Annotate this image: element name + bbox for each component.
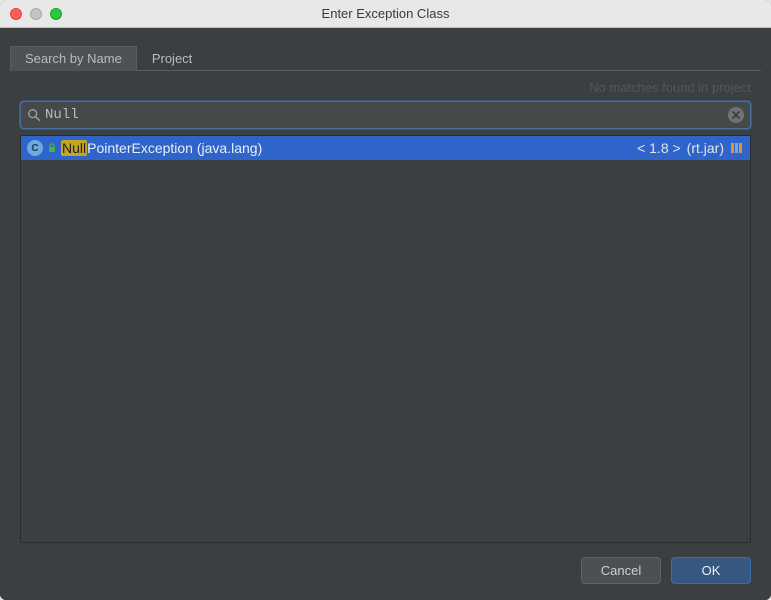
maximize-window-button[interactable] (50, 8, 62, 20)
library-icon (730, 141, 744, 155)
result-left: C NullPointerException (java.lang) (27, 140, 633, 156)
button-label: OK (702, 563, 721, 578)
dialog-footer: Cancel OK (0, 543, 771, 600)
tab-project[interactable]: Project (137, 46, 207, 70)
ok-button[interactable]: OK (671, 557, 751, 584)
titlebar: Enter Exception Class (0, 0, 771, 28)
window-controls (0, 8, 62, 20)
dialog-window: Enter Exception Class Search by Name Pro… (0, 0, 771, 600)
lock-decorator-icon (47, 143, 57, 153)
tab-bar: Search by Name Project (10, 46, 761, 71)
dialog-body: Search by Name Project No matches found … (0, 28, 771, 600)
hint-text: No matches found in project (589, 80, 751, 95)
search-icon (27, 108, 41, 122)
search-input[interactable] (45, 107, 728, 123)
result-right: < 1.8 > (rt.jar) (637, 140, 744, 156)
search-box[interactable] (20, 101, 751, 129)
result-row[interactable]: C NullPointerException (java.lang) < 1.8… (21, 136, 750, 160)
button-label: Cancel (601, 563, 641, 578)
window-title: Enter Exception Class (0, 6, 771, 21)
result-text: NullPointerException (java.lang) (61, 140, 262, 156)
class-icon: C (27, 140, 43, 156)
tab-label: Search by Name (25, 51, 122, 66)
result-rest: PointerException (87, 140, 193, 156)
result-package: (java.lang) (197, 140, 262, 156)
tab-search-by-name[interactable]: Search by Name (10, 46, 137, 71)
jar-name: (rt.jar) (687, 140, 724, 156)
close-window-button[interactable] (10, 8, 22, 20)
jdk-version: < 1.8 > (637, 140, 681, 156)
minimize-window-button[interactable] (30, 8, 42, 20)
match-highlight: Null (61, 140, 87, 156)
cancel-button[interactable]: Cancel (581, 557, 661, 584)
clear-search-button[interactable] (728, 107, 744, 123)
hint-row: No matches found in project (0, 71, 771, 101)
close-icon (732, 111, 740, 119)
results-list[interactable]: C NullPointerException (java.lang) < 1.8… (20, 135, 751, 543)
tab-label: Project (152, 51, 192, 66)
